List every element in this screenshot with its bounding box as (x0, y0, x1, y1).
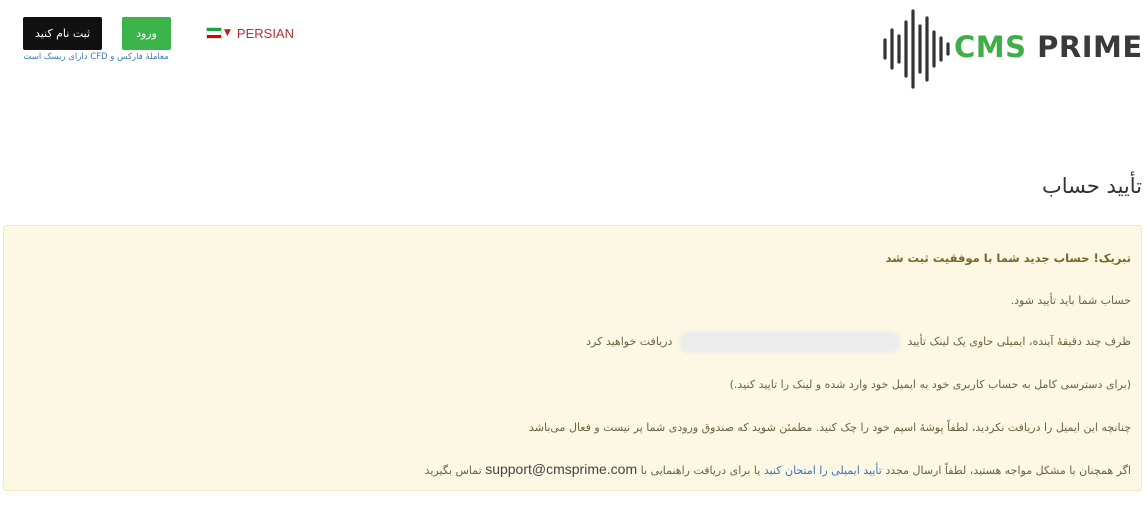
register-button[interactable]: ثبت نام کنید (23, 17, 102, 50)
language-label: PERSIAN (236, 25, 294, 41)
sound-wave-logo-icon (883, 9, 950, 89)
alert-line-support: اگر همچنان با مشکل مواجه هستید، لطفاً ار… (424, 461, 1131, 477)
alert-line-verify: حساب شما باید تأیید شود. (1010, 294, 1131, 307)
support-email[interactable]: support@cmsprime.com (485, 461, 637, 477)
alert-line-email-link: ظرف چند دقیقهٔ آینده، ایمیلی حاوی یک لین… (586, 331, 1131, 353)
page-title: تأیید حساب (1041, 174, 1142, 198)
language-selector[interactable]: ▼ PERSIAN (206, 24, 294, 42)
resend-verification-link[interactable]: تأیید ایمیلی را امتحان کنید (764, 464, 882, 477)
redacted-email (678, 331, 901, 353)
alert-heading: تبریک! حساب جدید شما با موفقیت ثبت شد (885, 251, 1131, 265)
risk-warning: معاملهٔ فارکس و CFD دارای ریسک است (23, 52, 169, 62)
chevron-down-icon: ▼ (224, 28, 231, 38)
top-header: ثبت نام کنید ورود معاملهٔ فارکس و CFD دا… (0, 0, 1148, 100)
alert-line-spam: چنانچه این ایمیل را دریافت نکردید، لطفاً… (528, 421, 1131, 434)
login-button[interactable]: ورود (122, 17, 171, 50)
alert-line-access: (برای دسترسی کامل به حساب کاربری خود به … (729, 378, 1131, 391)
success-alert: تبریک! حساب جدید شما با موفقیت ثبت شد حس… (3, 225, 1142, 491)
logo-wordmark: CMS PRIME (954, 30, 1143, 64)
cms-prime-logo[interactable]: CMS PRIME (882, 8, 1146, 90)
iran-flag-icon (206, 27, 222, 39)
